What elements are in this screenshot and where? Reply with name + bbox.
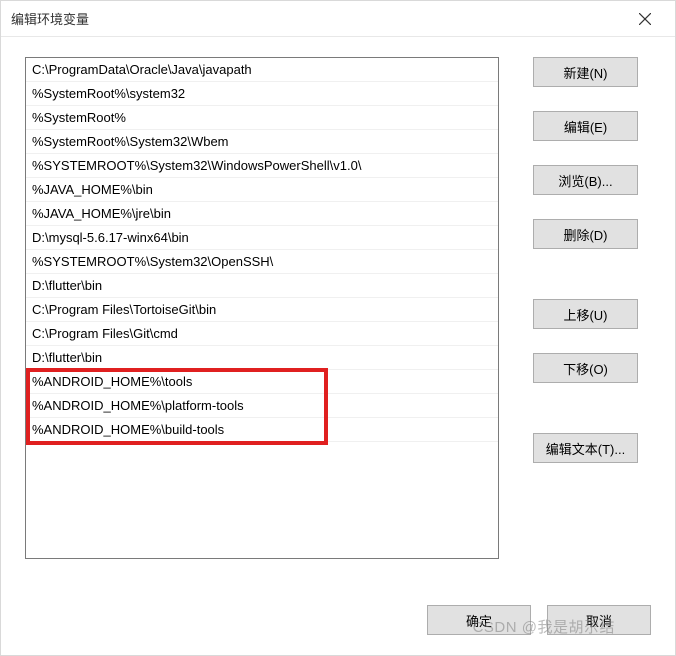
list-item[interactable]: C:\Program Files\TortoiseGit\bin <box>26 298 498 322</box>
list-item[interactable]: %SystemRoot%\system32 <box>26 82 498 106</box>
close-icon[interactable] <box>625 4 665 34</box>
list-item[interactable]: %JAVA_HOME%\bin <box>26 178 498 202</box>
list-item[interactable]: %SYSTEMROOT%\System32\OpenSSH\ <box>26 250 498 274</box>
list-item[interactable]: %ANDROID_HOME%\tools <box>26 370 498 394</box>
list-item[interactable]: %ANDROID_HOME%\platform-tools <box>26 394 498 418</box>
content-area: C:\ProgramData\Oracle\Java\javapath%Syst… <box>1 37 675 569</box>
movedown-button[interactable]: 下移(O) <box>533 353 638 383</box>
side-buttons: 新建(N) 编辑(E) 浏览(B)... 删除(D) 上移(U) 下移(O) 编… <box>533 57 638 559</box>
list-item[interactable]: %JAVA_HOME%\jre\bin <box>26 202 498 226</box>
cancel-button[interactable]: 取消 <box>547 605 651 635</box>
list-item[interactable]: C:\ProgramData\Oracle\Java\javapath <box>26 58 498 82</box>
edit-button[interactable]: 编辑(E) <box>533 111 638 141</box>
list-item[interactable]: %SystemRoot% <box>26 106 498 130</box>
list-item[interactable]: %ANDROID_HOME%\build-tools <box>26 418 498 442</box>
delete-button[interactable]: 删除(D) <box>533 219 638 249</box>
window-title: 编辑环境变量 <box>11 9 625 28</box>
list-item[interactable]: C:\Program Files\Git\cmd <box>26 322 498 346</box>
browse-button[interactable]: 浏览(B)... <box>533 165 638 195</box>
list-item[interactable]: %SystemRoot%\System32\Wbem <box>26 130 498 154</box>
list-item[interactable]: D:\flutter\bin <box>26 274 498 298</box>
titlebar: 编辑环境变量 <box>1 1 675 37</box>
list-item[interactable]: D:\flutter\bin <box>26 346 498 370</box>
ok-button[interactable]: 确定 <box>427 605 531 635</box>
path-listbox[interactable]: C:\ProgramData\Oracle\Java\javapath%Syst… <box>25 57 499 559</box>
moveup-button[interactable]: 上移(U) <box>533 299 638 329</box>
new-button[interactable]: 新建(N) <box>533 57 638 87</box>
list-item[interactable]: D:\mysql-5.6.17-winx64\bin <box>26 226 498 250</box>
edittext-button[interactable]: 编辑文本(T)... <box>533 433 638 463</box>
dialog-window: 编辑环境变量 C:\ProgramData\Oracle\Java\javapa… <box>0 0 676 656</box>
list-item[interactable]: %SYSTEMROOT%\System32\WindowsPowerShell\… <box>26 154 498 178</box>
footer-buttons: 确定 取消 <box>427 605 651 635</box>
